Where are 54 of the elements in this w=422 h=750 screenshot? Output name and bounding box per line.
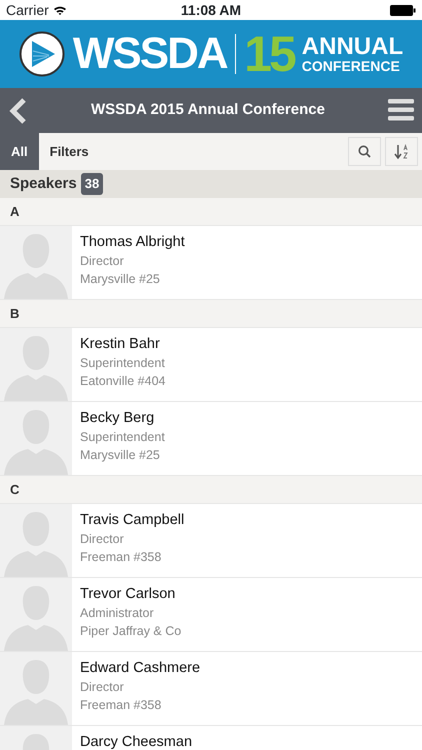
- logo-annual-text: ANNUAL: [302, 35, 404, 59]
- list-title: Speakers: [10, 174, 77, 194]
- screen-title: WSSDA 2015 Annual Conference: [91, 100, 325, 120]
- speaker-role: Superintendent: [80, 356, 166, 372]
- search-icon: [358, 145, 371, 158]
- speaker-row[interactable]: Krestin Bahr Superintendent Eatonville #404: [0, 328, 422, 402]
- speaker-organization: Piper Jaffray & Co: [80, 624, 182, 640]
- avatar-icon: [0, 328, 72, 401]
- section-letter: B: [0, 300, 422, 328]
- status-time: 11:08 AM: [180, 0, 242, 20]
- logo-number: 15: [244, 29, 294, 79]
- speaker-organization: Freeman #358: [80, 550, 162, 566]
- speaker-name: Darcy Cheesman: [80, 734, 192, 750]
- avatar-icon: [0, 578, 72, 651]
- speaker-name: Becky Berg: [80, 410, 156, 428]
- speaker-name: Trevor Carlson: [80, 586, 176, 604]
- back-button[interactable]: [8, 98, 28, 124]
- tab[interactable]: Filters: [38, 133, 100, 170]
- section-letter: A: [0, 198, 422, 226]
- logo-wordmark: WSSDA: [72, 30, 227, 78]
- speaker-row[interactable]: Becky Berg Superintendent Marysville #25: [0, 402, 422, 476]
- speaker-organization: Freeman #358: [80, 698, 162, 714]
- speaker-organization: Marysville #25: [80, 272, 161, 288]
- speaker-row[interactable]: Trevor Carlson Administrator Piper Jaffray & Co: [0, 578, 422, 652]
- speaker-row[interactable]: Darcy Cheesman: [0, 726, 422, 750]
- speaker-role: Administrator: [80, 606, 155, 622]
- speaker-row[interactable]: Travis Campbell Director Freeman #358: [0, 504, 422, 578]
- count-badge: 38: [80, 173, 104, 195]
- play-logo-icon: [18, 31, 65, 77]
- carrier-label: Carrier: [6, 0, 49, 20]
- speaker-name: Edward Cashmere: [80, 660, 200, 678]
- avatar-icon: [0, 226, 72, 299]
- speaker-row[interactable]: Thomas Albright Director Marysville #25: [0, 226, 422, 300]
- speaker-organization: Eatonville #404: [80, 374, 166, 390]
- speaker-role: Superintendent: [80, 430, 165, 446]
- search-button[interactable]: [348, 137, 381, 166]
- avatar-icon: [0, 402, 72, 475]
- sort-icon: [394, 144, 410, 160]
- speaker-role: Director: [80, 254, 125, 270]
- logo-conference-text: CONFERENCE: [302, 59, 401, 73]
- speaker-organization: Marysville #25: [80, 448, 161, 464]
- menu-button[interactable]: [388, 98, 414, 122]
- avatar-icon: [0, 504, 72, 577]
- section-letter: C: [0, 476, 422, 504]
- battery-icon: [390, 4, 416, 16]
- wifi-icon: [52, 4, 67, 16]
- speaker-name: Krestin Bahr: [80, 336, 161, 354]
- speaker-row[interactable]: Edward Cashmere Director Freeman #358: [0, 652, 422, 726]
- speaker-name: Thomas Albright: [80, 234, 185, 252]
- speaker-role: Director: [80, 680, 125, 696]
- tab[interactable]: All: [0, 133, 39, 170]
- sort-button[interactable]: [385, 137, 418, 166]
- speaker-role: Director: [80, 532, 125, 548]
- speaker-name: Travis Campbell: [80, 512, 184, 530]
